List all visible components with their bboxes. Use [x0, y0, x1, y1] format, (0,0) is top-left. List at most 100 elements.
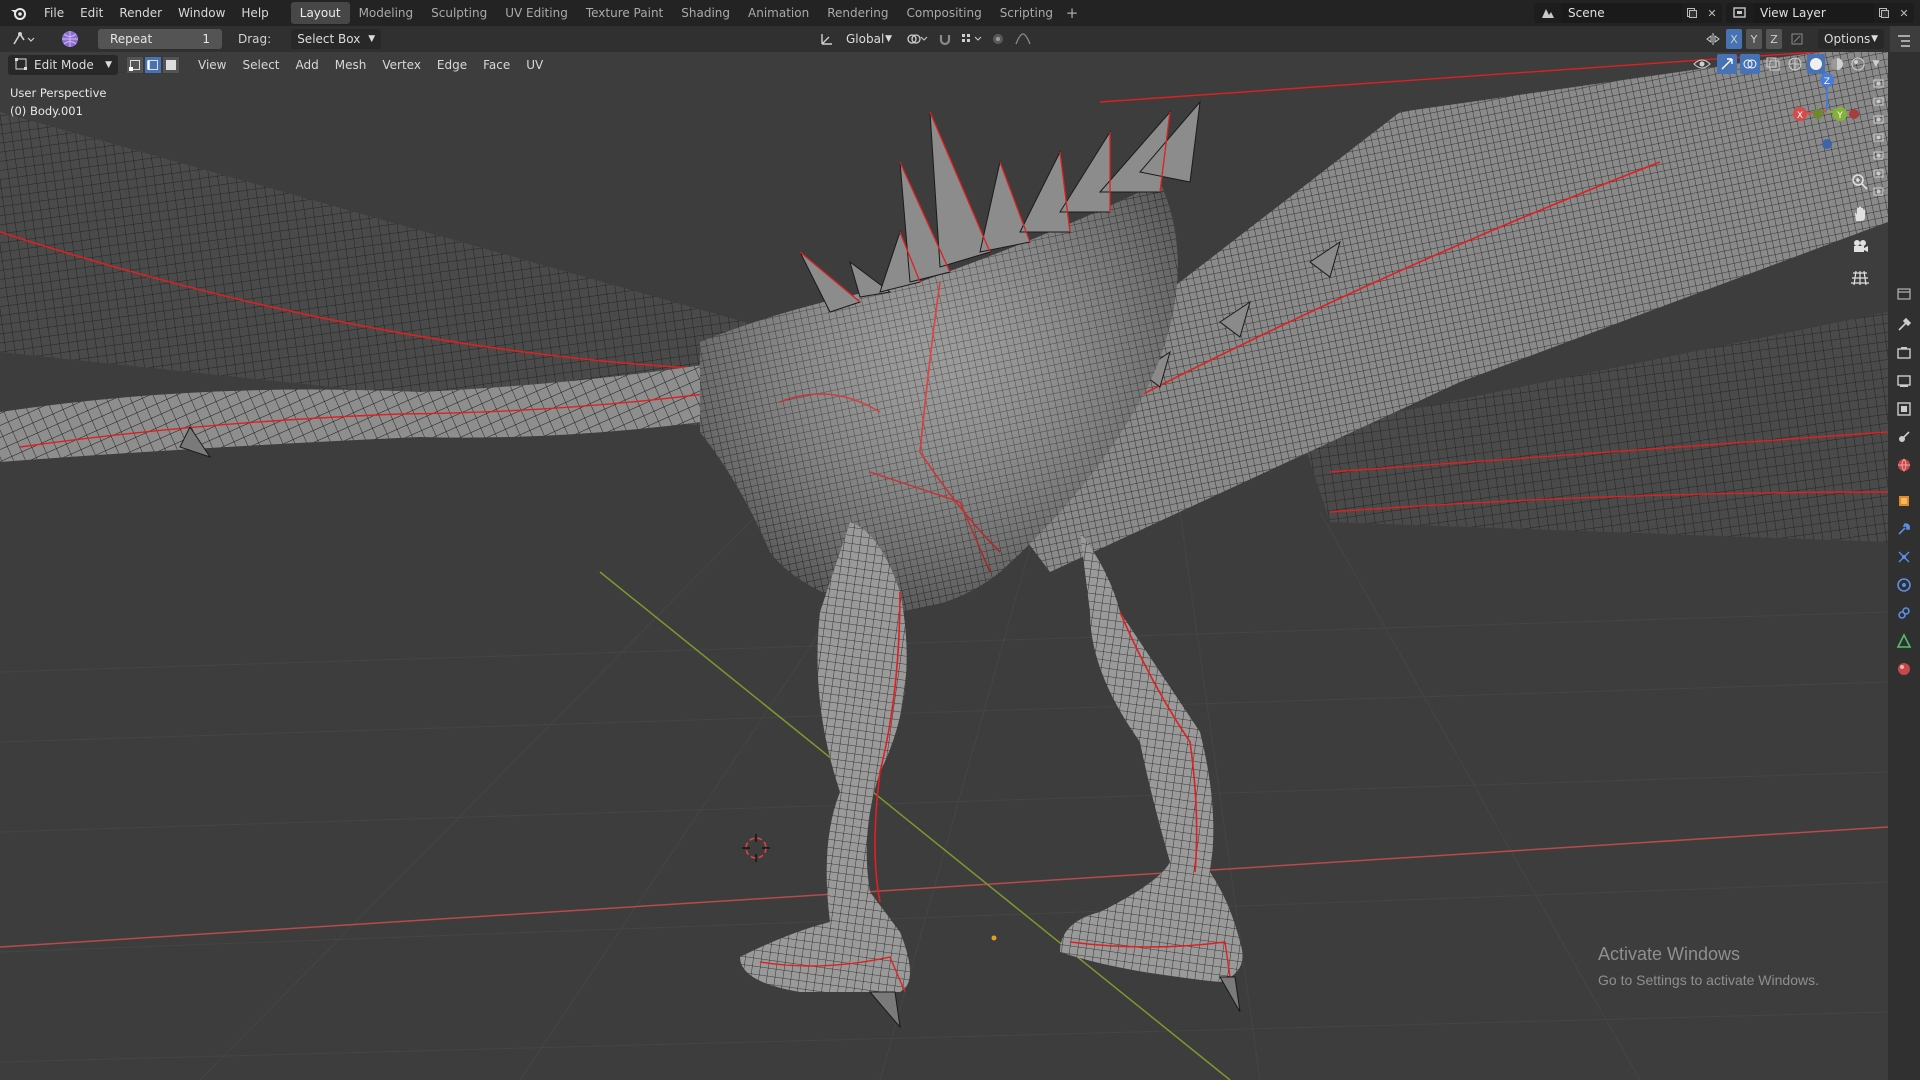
data-icon[interactable] — [1895, 632, 1913, 650]
tab-texture-paint[interactable]: Texture Paint — [577, 2, 672, 24]
options-label: Options — [1824, 32, 1871, 46]
tool-icon[interactable] — [1895, 316, 1913, 334]
constraints-icon[interactable] — [1895, 604, 1913, 622]
material-icon[interactable] — [1895, 660, 1913, 678]
activate-windows-title: Activate Windows — [1598, 944, 1741, 964]
close-scene-icon[interactable]: ✕ — [1702, 3, 1722, 23]
camera-icon[interactable] — [1872, 112, 1886, 126]
output-icon[interactable] — [1895, 372, 1913, 390]
tab-uv-editing[interactable]: UV Editing — [496, 2, 577, 24]
tab-modeling[interactable]: Modeling — [350, 2, 423, 24]
axis-y-toggle[interactable]: Y — [1746, 29, 1762, 49]
view-layer-name[interactable]: View Layer — [1754, 3, 1874, 23]
3d-cursor-icon — [742, 834, 770, 862]
tab-rendering[interactable]: Rendering — [818, 2, 897, 24]
x-axis-line — [0, 826, 1888, 948]
axis-x-toggle[interactable]: X — [1726, 29, 1742, 49]
vertex-select-icon[interactable] — [126, 56, 144, 74]
add-workspace-button[interactable]: + — [1062, 2, 1082, 24]
hand-pan-icon[interactable] — [1848, 202, 1872, 226]
scene-name[interactable]: Scene — [1562, 3, 1682, 23]
origin-dot — [991, 935, 997, 941]
repeat-field[interactable]: Repeat 1 — [98, 29, 222, 49]
properties-tabs — [1888, 35, 1920, 1080]
drag-dropdown[interactable]: Select Box ▼ — [291, 29, 382, 49]
menu-mesh[interactable]: Mesh — [327, 58, 375, 72]
menu-add[interactable]: Add — [288, 58, 327, 72]
viewport-nav-buttons — [1848, 170, 1872, 290]
tab-layout[interactable]: Layout — [290, 2, 350, 24]
zoom-icon[interactable] — [1848, 170, 1872, 194]
edit-mesh-icon — [14, 57, 28, 74]
pivot-point-icon[interactable] — [902, 29, 932, 49]
transform-orientation-icon — [818, 29, 836, 49]
tab-compositing[interactable]: Compositing — [897, 2, 990, 24]
scene-icon[interactable] — [1895, 428, 1913, 446]
options-dropdown[interactable]: Options ▼ — [1818, 29, 1884, 49]
physics-icon[interactable] — [1895, 576, 1913, 594]
camera-icon[interactable] — [1872, 94, 1886, 108]
menu-uv[interactable]: UV — [518, 58, 551, 72]
face-select-icon[interactable] — [162, 56, 180, 74]
camera-icon[interactable] — [1872, 184, 1886, 198]
new-scene-icon[interactable] — [1682, 3, 1702, 23]
menu-edit[interactable]: Edit — [72, 2, 111, 24]
viewport-perspective: User Perspective — [10, 86, 107, 100]
camera-icon[interactable] — [1848, 234, 1872, 258]
tab-scripting[interactable]: Scripting — [991, 2, 1062, 24]
tab-shading[interactable]: Shading — [672, 2, 739, 24]
falloff-icon[interactable] — [1012, 29, 1034, 49]
menu-vertex[interactable]: Vertex — [374, 58, 429, 72]
snap-target-icon[interactable] — [958, 29, 984, 49]
edit-menus: View Select Add Mesh Vertex Edge Face UV — [190, 58, 551, 72]
outliner-icon[interactable] — [1895, 32, 1913, 50]
navigation-gizmo[interactable]: Z X Y — [1782, 66, 1872, 156]
menu-file[interactable]: File — [36, 2, 72, 24]
grid-icon[interactable] — [1848, 266, 1872, 290]
transform-controls: Global ▼ — [818, 29, 1034, 49]
editor-type-icon[interactable] — [6, 29, 40, 49]
gizmo-z-label: Z — [1824, 77, 1830, 87]
mirror-icon[interactable] — [1704, 29, 1722, 49]
properties-icon[interactable] — [1895, 285, 1913, 303]
camera-icon[interactable] — [1872, 130, 1886, 144]
close-view-layer-icon[interactable]: ✕ — [1894, 3, 1914, 23]
3d-viewport[interactable]: User Perspective (0) Body.001 ▼ Z X Y — [0, 52, 1888, 1080]
new-view-layer-icon[interactable] — [1874, 3, 1894, 23]
blender-logo-icon[interactable] — [8, 2, 30, 24]
modifier-icon[interactable] — [1895, 520, 1913, 538]
menu-select[interactable]: Select — [234, 58, 287, 72]
auto-merge-icon[interactable] — [1786, 29, 1808, 49]
mode-selector[interactable]: Edit Mode ▼ — [8, 55, 118, 75]
camera-icon[interactable] — [1872, 76, 1886, 90]
scene-selector[interactable]: Scene ✕ — [1534, 3, 1722, 23]
tab-animation[interactable]: Animation — [739, 2, 818, 24]
workspace-tabs: Layout Modeling Sculpting UV Editing Tex… — [290, 2, 1082, 24]
transform-orientation-dropdown[interactable]: Global ▼ — [840, 29, 898, 49]
snap-icon[interactable] — [936, 29, 954, 49]
outliner-mini-icons — [1872, 76, 1886, 198]
view-layer-icon[interactable] — [1895, 400, 1913, 418]
activate-windows-subtitle: Go to Settings to activate Windows. — [1598, 972, 1819, 988]
axis-z-toggle[interactable]: Z — [1766, 29, 1782, 49]
edge-select-icon[interactable] — [144, 56, 162, 74]
drag-label: Drag: — [238, 32, 272, 46]
menu-render[interactable]: Render — [111, 2, 170, 24]
object-icon[interactable] — [1895, 492, 1913, 510]
world-icon[interactable] — [1895, 456, 1913, 474]
menu-face[interactable]: Face — [475, 58, 518, 72]
proportional-edit-icon[interactable] — [988, 29, 1008, 49]
view-layer-selector[interactable]: View Layer ✕ — [1726, 3, 1914, 23]
top-right-controls: Scene ✕ View Layer ✕ — [1534, 2, 1920, 24]
active-tool-icon[interactable] — [56, 29, 84, 49]
chevron-down-icon: ▼ — [885, 34, 892, 44]
render-icon[interactable] — [1895, 344, 1913, 362]
camera-icon[interactable] — [1872, 148, 1886, 162]
camera-icon[interactable] — [1872, 166, 1886, 180]
menu-window[interactable]: Window — [170, 2, 233, 24]
menu-edge[interactable]: Edge — [429, 58, 475, 72]
tab-sculpting[interactable]: Sculpting — [422, 2, 496, 24]
menu-help[interactable]: Help — [233, 2, 276, 24]
menu-view[interactable]: View — [190, 58, 234, 72]
particles-icon[interactable] — [1895, 548, 1913, 566]
